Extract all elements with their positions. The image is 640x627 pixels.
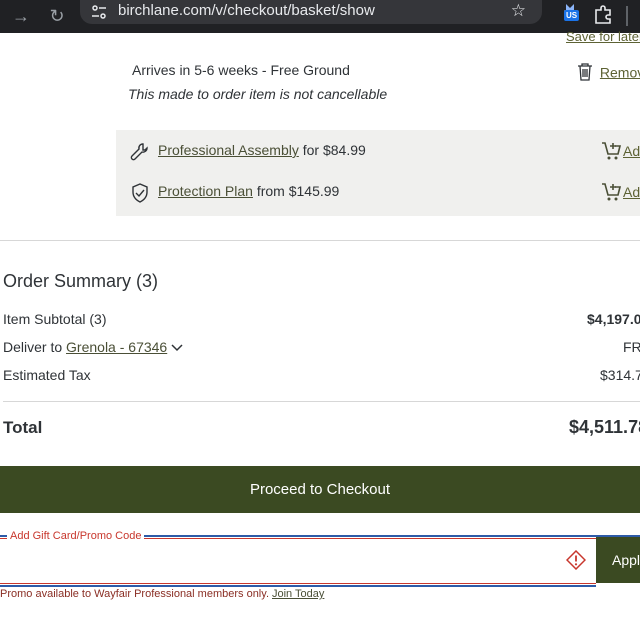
order-summary-title: Order Summary (3) [3,271,159,291]
subtotal-row: Item Subtotal (3) $4,197.00 [3,311,640,331]
puzzle-icon[interactable] [592,2,614,26]
promo-note-text: Promo available to Wayfair Professional … [0,588,269,600]
delivery-estimate: Arrives in 5-6 weeks - Free Ground [132,62,350,78]
delivery-label: Deliver to Grenola - 67346 [3,339,183,355]
delivery-value: FREE [623,339,640,355]
section-divider [0,240,640,241]
warning-icon [566,550,586,570]
browser-toolbar: → ↻ birchlane.com/v/checkout/basket/show… [0,0,640,33]
url-text[interactable]: birchlane.com/v/checkout/basket/show [118,2,375,20]
extension-badge: US [564,10,580,21]
promo-note: Promo available to Wayfair Professional … [0,588,324,600]
service-text: Professional Assembly for $84.99 [158,142,366,158]
star-icon[interactable]: ☆ [511,1,526,21]
professional-assembly-link[interactable]: Professional Assembly [158,142,299,158]
toolbar-divider [626,6,628,26]
add-label: Add [623,143,640,159]
tax-value: $314.78 [600,367,640,383]
apply-promo-button[interactable]: Apply [596,537,640,583]
add-assembly-button[interactable]: Add [601,140,640,162]
shield-check-icon [132,183,148,203]
site-settings-icon[interactable] [90,3,108,21]
tax-row: Estimated Tax $314.78 [3,367,640,387]
remove-label: Remove [599,64,640,81]
add-on-services: Professional Assembly for $84.99 Add Pro… [116,130,640,216]
add-protection-button[interactable]: Add [601,181,640,203]
address-bar[interactable]: birchlane.com/v/checkout/basket/show ☆ [80,0,542,24]
add-to-cart-icon [602,142,622,160]
forward-arrow-icon[interactable]: → [10,5,32,27]
service-row-assembly: Professional Assembly for $84.99 Add [116,136,640,166]
trash-icon [578,63,592,81]
service-text: Protection Plan from $145.99 [158,183,339,199]
not-cancellable-note: This made to order item is not cancellab… [128,86,388,102]
remove-item-button[interactable]: Remove [577,63,640,81]
protection-plan-link[interactable]: Protection Plan [158,183,253,199]
deliver-prefix: Deliver to [3,339,67,355]
add-to-cart-icon [602,183,622,201]
chevron-down-icon[interactable] [171,344,183,352]
join-today-link[interactable]: Join Today [272,588,324,600]
delivery-location-link[interactable]: Grenola - 67346 [66,339,167,355]
wrench-icon [130,143,148,161]
promo-code-field: Add Gift Card/Promo Code Apply [0,530,640,587]
promo-code-input[interactable] [0,539,596,583]
tax-label: Estimated Tax [3,367,91,383]
input-border-bottom [0,583,596,587]
subtotal-value: $4,197.00 [587,311,640,327]
total-label: Total [3,418,43,437]
total-divider [3,401,640,402]
reload-icon[interactable]: ↻ [46,5,68,27]
delivery-row: Deliver to Grenola - 67346 FREE [3,339,640,359]
service-price: from $145.99 [252,183,340,199]
service-row-protection: Protection Plan from $145.99 Add [116,177,640,207]
add-label: Add [623,184,640,200]
subtotal-label: Item Subtotal (3) [3,311,107,327]
proceed-to-checkout-button[interactable]: Proceed to Checkout [0,466,640,513]
save-for-later-link[interactable]: Save for later [566,29,640,44]
total-value: $4,511.78 [569,417,640,437]
service-price: for $84.99 [298,142,366,158]
